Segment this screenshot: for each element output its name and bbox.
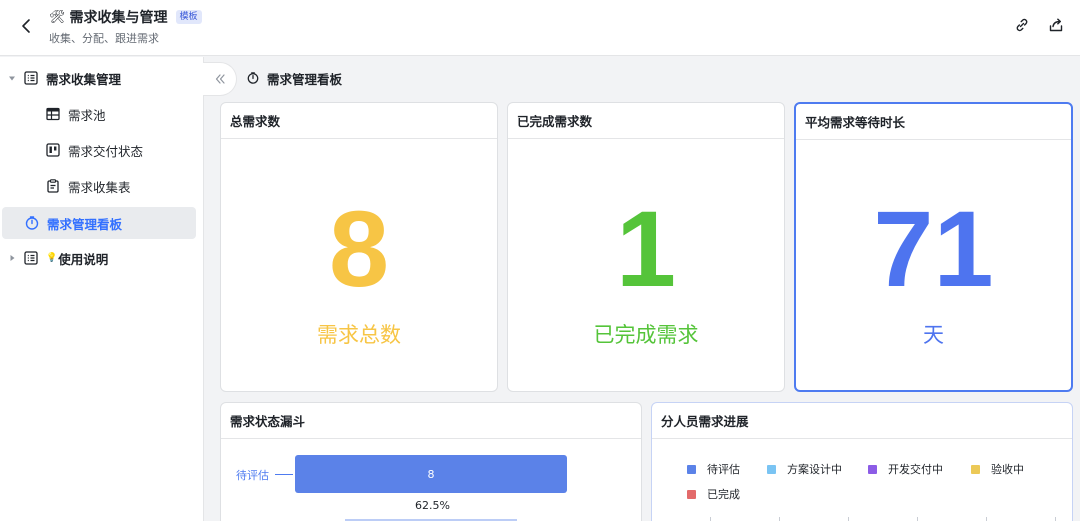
template-badge: 模板 <box>175 10 202 24</box>
legend-swatch <box>687 464 696 474</box>
legend-item[interactable]: 方案设计中 <box>767 461 842 477</box>
list-icon <box>23 70 39 86</box>
axis-tick <box>917 517 918 521</box>
sidebar-item-label: 使用说明 <box>58 251 109 267</box>
kanban-icon <box>45 142 61 158</box>
app-header: 🛠 需求收集与管理 模板 收集、分配、跟进需求 <box>0 0 1080 56</box>
legend-swatch <box>971 464 980 474</box>
axis-tick <box>710 517 711 521</box>
metric-value: 1 <box>615 188 677 309</box>
app-title: 需求收集与管理 <box>69 10 168 26</box>
tools-icon: 🛠 <box>49 9 66 25</box>
caret-down-icon[interactable] <box>7 74 17 82</box>
sidebar-item-collection-form[interactable]: 需求收集表 <box>0 170 204 202</box>
axis-tick <box>1055 517 1056 521</box>
sidebar-item-label: 需求交付状态 <box>68 143 144 159</box>
chevron-left-icon <box>22 19 30 33</box>
legend-label: 已完成 <box>707 488 740 501</box>
collapse-sidebar-button[interactable] <box>203 62 237 96</box>
page-title-text: 需求管理看板 <box>267 71 343 87</box>
sidebar-item-label: 需求收集表 <box>68 179 131 195</box>
card-title: 总需求数 <box>221 103 497 139</box>
legend-label: 验收中 <box>991 463 1024 476</box>
legend-item[interactable]: 待评估 <box>687 461 740 477</box>
sidebar-item-requirements-management[interactable]: 需求收集管理 <box>0 62 204 94</box>
form-icon <box>45 178 61 194</box>
dashboard-icon <box>247 72 259 84</box>
legend-label: 方案设计中 <box>787 463 842 476</box>
funnel-conversion-rate: 62.5% <box>415 499 450 512</box>
title-block: 🛠 需求收集与管理 模板 收集、分配、跟进需求 <box>49 7 202 46</box>
funnel-stage-label: 待评估 <box>236 469 269 482</box>
funnel-stage-bar[interactable]: 8 <box>295 455 567 493</box>
progress-by-person-card[interactable]: 分人员需求进展 待评估 方案设计中 开发交付中 验收中 已完成 <box>651 402 1073 521</box>
caret-right-icon[interactable] <box>7 254 17 262</box>
dashboard-icon <box>24 215 40 231</box>
card-title: 平均需求等待时长 <box>796 104 1071 140</box>
metric-caption: 天 <box>923 323 944 347</box>
share-icon <box>1049 18 1063 32</box>
sidebar-item-dashboard[interactable]: 需求管理看板 <box>2 207 196 239</box>
sidebar: 需求收集管理 需求池 需求交付状态 需求收集表 需求管理看板 💡 使用说明 <box>0 57 204 521</box>
copy-link-button[interactable] <box>1011 14 1033 36</box>
metric-card-total[interactable]: 总需求数 8 需求总数 <box>220 102 498 392</box>
sidebar-item-requirement-pool[interactable]: 需求池 <box>0 98 204 130</box>
card-title: 分人员需求进展 <box>652 403 1072 439</box>
axis-tick <box>848 517 849 521</box>
legend-swatch <box>767 464 776 474</box>
sidebar-item-instructions[interactable]: 💡 使用说明 <box>0 242 204 274</box>
table-icon <box>45 106 61 122</box>
legend-item[interactable]: 开发交付中 <box>868 461 943 477</box>
page-title: 需求管理看板 <box>247 68 342 88</box>
legend-label: 开发交付中 <box>888 463 943 476</box>
metric-caption: 已完成需求 <box>593 323 699 347</box>
app-subtitle: 收集、分配、跟进需求 <box>49 32 159 45</box>
metric-value: 8 <box>328 188 390 309</box>
sidebar-item-label: 需求管理看板 <box>47 216 123 232</box>
funnel-card[interactable]: 需求状态漏斗 待评估 8 62.5% <box>220 402 642 521</box>
axis-tick <box>779 517 780 521</box>
metric-card-avg-wait[interactable]: 平均需求等待时长 71 天 <box>794 102 1073 392</box>
axis-tick <box>986 517 987 521</box>
sidebar-item-delivery-status[interactable]: 需求交付状态 <box>0 134 204 166</box>
metric-card-completed[interactable]: 已完成需求数 1 已完成需求 <box>507 102 785 392</box>
metric-caption: 需求总数 <box>317 323 401 347</box>
legend-swatch <box>868 464 877 474</box>
sidebar-item-label: 需求收集管理 <box>46 71 122 87</box>
list-icon <box>23 250 39 266</box>
metric-value: 71 <box>873 188 994 309</box>
sidebar-item-label: 需求池 <box>68 107 106 123</box>
legend-swatch <box>687 489 696 499</box>
card-title: 需求状态漏斗 <box>221 403 641 439</box>
legend-item[interactable]: 已完成 <box>687 486 740 502</box>
lightbulb-icon: 💡 <box>46 253 58 263</box>
funnel-leader-line <box>275 474 293 475</box>
legend-item[interactable]: 验收中 <box>971 461 1024 477</box>
double-chevron-left-icon <box>215 74 225 84</box>
legend-label: 待评估 <box>707 463 740 476</box>
back-button[interactable] <box>14 14 38 38</box>
card-title: 已完成需求数 <box>508 103 784 139</box>
link-icon <box>1016 18 1028 32</box>
share-button[interactable] <box>1045 14 1067 36</box>
